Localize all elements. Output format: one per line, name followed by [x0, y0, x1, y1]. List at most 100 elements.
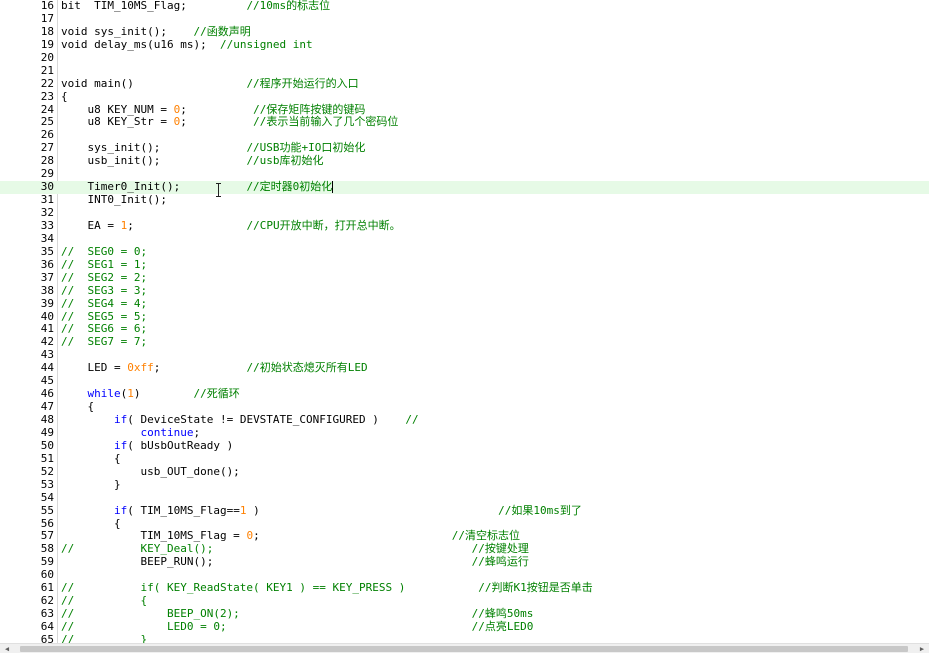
line-number: 48: [40, 413, 54, 426]
code-text: sys_init();: [61, 141, 247, 155]
code-comment: //函数声明: [193, 24, 251, 38]
code-text: ): [246, 503, 499, 517]
line-number: 32: [40, 206, 54, 219]
code-text: {: [61, 89, 68, 103]
line-number: 34: [40, 231, 54, 245]
scroll-right-icon[interactable]: ▶: [917, 645, 927, 653]
line-number: 16: [40, 0, 54, 12]
line-number: 54: [40, 490, 54, 504]
code-line[interactable]: 44 LED = 0xff; //初始状态熄灭所有LED: [0, 361, 929, 375]
line-number: 19: [40, 37, 54, 51]
code-comment: // SEG7 = 7;: [61, 335, 148, 349]
code-line[interactable]: 42// SEG7 = 7;: [0, 335, 929, 349]
line-number: 65: [40, 632, 54, 643]
line-number: 53: [40, 477, 54, 491]
line-code: usb_init(); //usb库初始化: [61, 154, 324, 168]
code-comment: // SEG0 = 0;: [61, 244, 148, 258]
text-cursor-icon: [213, 182, 225, 198]
line-number: 38: [40, 283, 54, 297]
line-code: u8 KEY_Str = 0; //表示当前输入了几个密码位: [61, 115, 399, 129]
code-line[interactable]: 28 usb_init(); //usb库初始化: [0, 154, 929, 168]
code-line[interactable]: 25 u8 KEY_Str = 0; //表示当前输入了几个密码位: [0, 115, 929, 129]
code-line[interactable]: 16 bit TIM_10MS_Flag; //10ms的标志位: [0, 0, 929, 13]
code-comment: //USB功能+IO口初始化: [246, 141, 366, 155]
code-comment: //usb库初始化: [246, 154, 324, 168]
code-text: {: [61, 400, 95, 414]
code-line[interactable]: 59 BEEP_RUN(); //蜂鸣运行: [0, 555, 929, 569]
line-code: INT0_Init();: [61, 193, 167, 207]
line-number: 33: [40, 218, 54, 232]
code-line[interactable]: 20: [0, 50, 929, 65]
code-comment: // {: [61, 594, 148, 608]
code-comment: //10ms的标志位: [246, 0, 331, 12]
code-text: ): [133, 387, 194, 401]
code-comment: // LED0 = 0; //点亮LED0: [61, 620, 534, 633]
line-code: // }: [61, 632, 148, 643]
code-line[interactable]: 33 EA = 1; //CPU开放中断，打开总中断。: [0, 218, 929, 233]
line-number: 49: [40, 425, 54, 439]
code-keyword: if: [113, 503, 128, 517]
code-text: void main(): [61, 76, 247, 90]
line-code: LED = 0xff; //初始状态熄灭所有LED: [61, 361, 368, 375]
line-code: void delay_ms(u16 ms); //unsigned int: [61, 37, 313, 52]
code-text: ( bUsbOutReady ): [127, 438, 234, 452]
line-code: // SEG7 = 7;: [61, 335, 148, 349]
scroll-left-icon[interactable]: ◀: [2, 645, 12, 653]
code-text: usb_init();: [61, 154, 247, 168]
line-number: 52: [40, 464, 54, 478]
code-comment: //unsigned int: [219, 37, 313, 51]
code-line[interactable]: 46 while(1) //死循环: [0, 387, 929, 401]
line-number: 35: [40, 244, 54, 258]
scroll-thumb[interactable]: [20, 646, 908, 652]
code-line[interactable]: 22 void main() //程序开始运行的入口: [0, 76, 929, 91]
code-keyword: if: [113, 438, 128, 452]
code-line[interactable]: 19 void delay_ms(u16 ms); //unsigned int: [0, 37, 929, 52]
code-line[interactable]: 65 // }: [0, 632, 929, 643]
code-line[interactable]: 55 if( TIM_10MS_Flag==1 ) //如果10ms到了: [0, 503, 929, 518]
line-code: EA = 1; //CPU开放中断，打开总中断。: [61, 218, 400, 233]
code-line[interactable]: 52 usb_OUT_done();: [0, 464, 929, 479]
line-number: 37: [40, 270, 54, 284]
code-number: 0xff: [127, 361, 154, 375]
code-comment: //: [405, 413, 419, 426]
code-keyword: if: [113, 413, 128, 426]
code-comment: //保存矩阵按键的键码: [253, 102, 366, 116]
code-lines[interactable]: 16 bit TIM_10MS_Flag; //10ms的标志位 17 18 void …: [0, 0, 929, 643]
code-text: usb_OUT_done();: [61, 464, 240, 478]
line-number: 36: [40, 257, 54, 271]
code-text: ;: [180, 115, 254, 129]
code-text: TIM_10MS_Flag =: [61, 529, 247, 543]
code-text: EA =: [61, 218, 121, 232]
code-comment: //程序开始运行的入口: [246, 76, 359, 90]
code-comment: //蜂鸣运行: [471, 555, 529, 569]
line-number: 18: [40, 24, 54, 38]
horizontal-scrollbar[interactable]: ◀ ▶: [0, 643, 929, 653]
code-keyword: while: [87, 387, 121, 401]
code-comment: //定时器0初始化: [246, 180, 333, 194]
line-number: 51: [40, 451, 54, 465]
code-comment: // }: [61, 632, 148, 643]
code-text: {: [61, 451, 121, 465]
code-text: }: [61, 477, 121, 491]
code-text: BEEP_RUN();: [61, 555, 472, 569]
code-text: u8 KEY_Str =: [61, 115, 174, 129]
code-text: void sys_init();: [61, 24, 194, 38]
code-text: ;: [127, 218, 247, 232]
code-comment: //表示当前输入了几个密码位: [253, 115, 399, 129]
code-line[interactable]: 53 }: [0, 477, 929, 492]
code-text: INT0_Init();: [61, 193, 167, 207]
line-number: 23: [40, 89, 54, 103]
code-comment: //初始状态熄灭所有LED: [246, 361, 368, 375]
code-line[interactable]: 31 INT0_Init();: [0, 193, 929, 207]
code-comment: //清空标志位: [451, 529, 520, 543]
line-number: 20: [40, 50, 54, 64]
code-line[interactable]: 50 if( bUsbOutReady ): [0, 438, 929, 453]
code-text: u8 KEY_NUM =: [61, 102, 174, 116]
code-comment: //死循环: [193, 387, 240, 401]
code-editor[interactable]: 16 bit TIM_10MS_Flag; //10ms的标志位 17 18 void …: [0, 0, 929, 643]
line-number: 39: [40, 296, 54, 310]
line-number: 22: [40, 76, 54, 90]
code-text: ;: [253, 529, 452, 543]
